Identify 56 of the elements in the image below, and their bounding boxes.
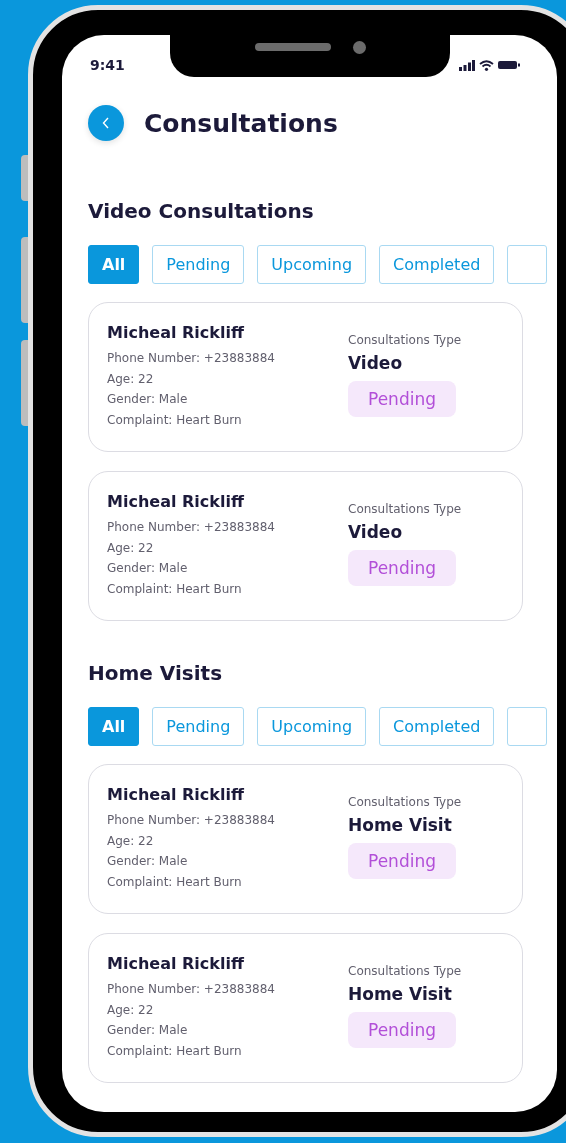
patient-gender: Gender: Male: [107, 853, 189, 870]
patient-name: Micheal Rickliff: [107, 492, 245, 511]
patient-age: Age: 22: [107, 832, 155, 850]
battery-icon: [498, 60, 520, 70]
consultation-type: Home Visit: [348, 984, 453, 1004]
type-label: Consultations Type: [348, 333, 463, 347]
patient-age: Age: 22: [107, 539, 155, 557]
consultation-type: Home Visit: [348, 815, 453, 835]
filter-tab[interactable]: Completed: [379, 245, 495, 284]
filter-tab[interactable]: All: [88, 245, 140, 284]
wifi-icon: [479, 59, 494, 71]
patient-gender: Gender: Male: [107, 391, 189, 408]
filter-tab[interactable]: Pending: [152, 245, 245, 284]
filter-tab[interactable]: All: [88, 707, 140, 746]
section-title: Home Visits: [88, 661, 224, 685]
type-label: Consultations Type: [348, 502, 463, 516]
filter-tab[interactable]: Upcoming: [257, 707, 367, 746]
filter-tab-edge[interactable]: [507, 707, 548, 746]
chevron-left-icon: [102, 117, 110, 129]
type-label: Consultations Type: [348, 964, 463, 978]
patient-name: Micheal Rickliff: [107, 785, 245, 804]
signal-icon: [459, 59, 475, 71]
status-time: 9:41: [90, 57, 125, 73]
status-badge: Pending: [348, 1012, 456, 1048]
phone-number: Phone Number: +23883884: [107, 350, 276, 367]
filter-tab[interactable]: Completed: [379, 707, 495, 746]
phone-number: Phone Number: +23883884: [107, 981, 276, 998]
section-title: Video Consultations: [88, 199, 315, 223]
patient-age: Age: 22: [107, 370, 155, 388]
back-button[interactable]: [88, 105, 124, 141]
consultation-card[interactable]: Micheal Rickliff Phone Number: +23883884 Age: 22 Gender: Male Complaint: Heart Burn Consultations Type Video Pending: [88, 471, 523, 621]
status-badge: Pending: [348, 550, 456, 586]
status-badge: Pending: [348, 843, 456, 879]
filter-tab[interactable]: Pending: [152, 707, 245, 746]
consultation-type: Video: [348, 522, 404, 542]
patient-age: Age: 22: [107, 1001, 155, 1019]
side-key: [21, 155, 28, 201]
patient-gender: Gender: Male: [107, 560, 189, 577]
filter-tab[interactable]: Upcoming: [257, 245, 367, 284]
patient-name: Micheal Rickliff: [107, 954, 245, 973]
patient-complaint: Complaint: Heart Burn: [107, 411, 243, 429]
page-title: Consultations: [144, 108, 338, 138]
patient-complaint: Complaint: Heart Burn: [107, 580, 243, 598]
filter-tab-edge[interactable]: [507, 245, 548, 284]
patient-complaint: Complaint: Heart Burn: [107, 1042, 243, 1060]
consultation-card[interactable]: Micheal Rickliff Phone Number: +23883884 Age: 22 Gender: Male Complaint: Heart Burn Consultations Type Video Pending: [88, 302, 523, 452]
patient-name: Micheal Rickliff: [107, 323, 245, 342]
phone-number: Phone Number: +23883884: [107, 812, 276, 829]
consultation-card[interactable]: Micheal Rickliff Phone Number: +23883884 Age: 22 Gender: Male Complaint: Heart Burn Consultations Type Home Visit Pending: [88, 764, 523, 914]
type-label: Consultations Type: [348, 795, 463, 809]
patient-complaint: Complaint: Heart Burn: [107, 873, 243, 891]
consultation-card[interactable]: Micheal Rickliff Phone Number: +23883884 Age: 22 Gender: Male Complaint: Heart Burn Consultations Type Home Visit Pending: [88, 933, 523, 1083]
patient-gender: Gender: Male: [107, 1022, 189, 1039]
status-badge: Pending: [348, 381, 456, 417]
phone-number: Phone Number: +23883884: [107, 519, 276, 536]
consultation-type: Video: [348, 353, 404, 373]
